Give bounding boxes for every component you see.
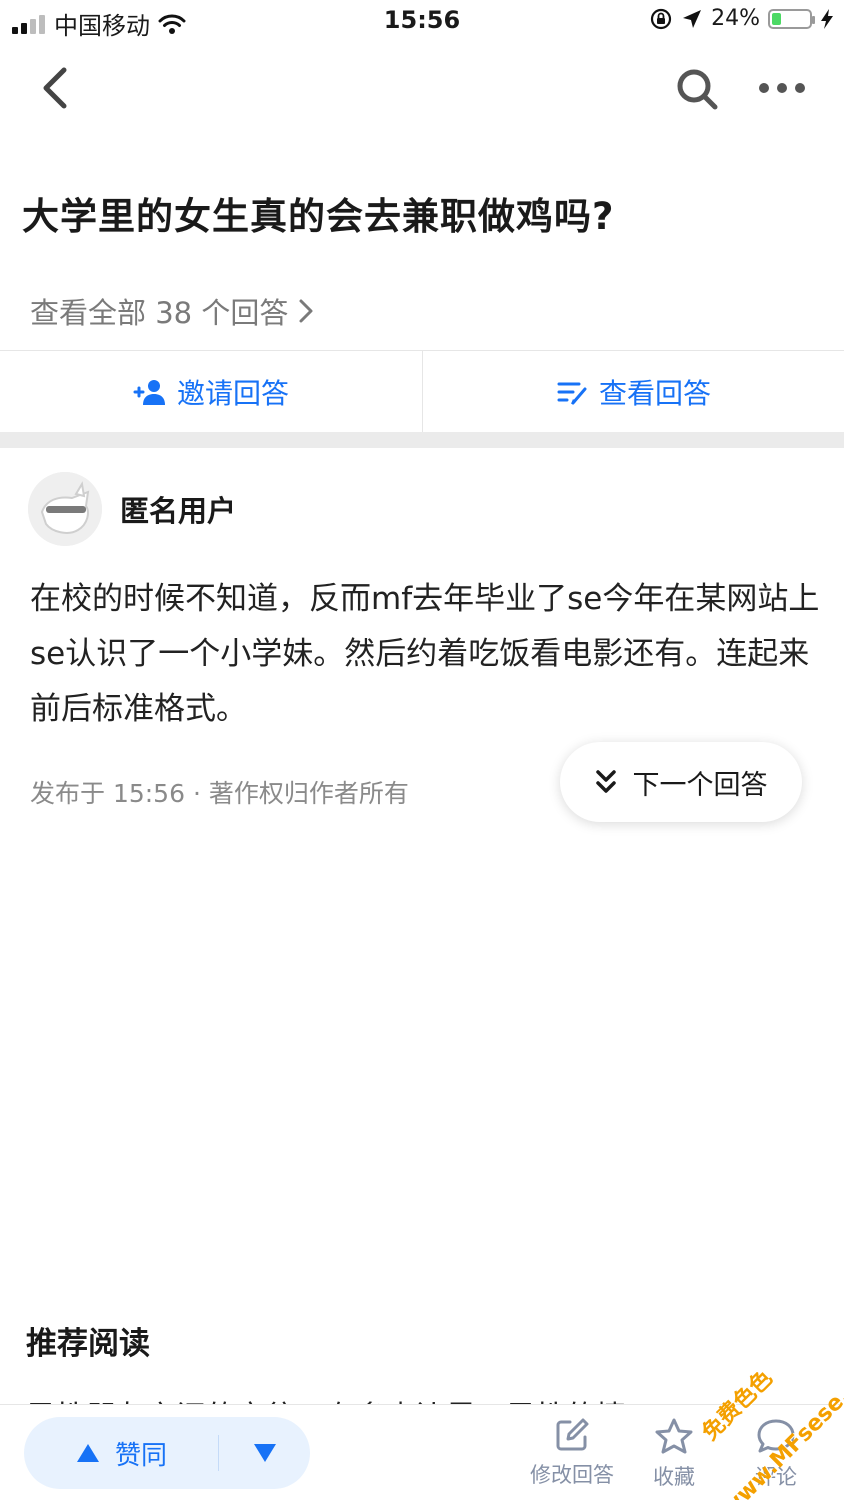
question-action-row: 邀请回答 查看回答 <box>0 350 844 433</box>
chevron-right-icon <box>299 299 313 323</box>
answer-meta: 发布于 15:56 · 著作权归作者所有 <box>30 779 409 808</box>
view-all-answers-link[interactable]: 查看全部 38 个回答 <box>30 290 314 332</box>
edit-list-icon <box>557 382 587 405</box>
invite-answer-label: 邀请回答 <box>176 377 289 410</box>
comment-label: 评论 <box>755 1465 797 1489</box>
battery-icon <box>768 8 815 29</box>
charging-bolt-icon <box>821 8 833 29</box>
double-chevron-down-icon <box>595 770 616 793</box>
invite-answer-button[interactable]: 邀请回答 <box>0 351 422 433</box>
search-icon <box>677 69 718 110</box>
edit-answer-label: 修改回答 <box>530 1463 614 1487</box>
chevron-left-icon <box>43 67 67 109</box>
add-user-icon <box>133 380 165 405</box>
view-all-label: 查看全部 38 个回答 <box>30 296 289 330</box>
status-bar: 中国移动 15:56 24% <box>0 0 844 44</box>
triangle-up-icon <box>76 1444 99 1462</box>
triangle-down-icon <box>254 1444 276 1462</box>
recommended-item-peek[interactable]: 异性朋友之间的交往，有多少边界？异性的情 <box>26 1392 816 1404</box>
location-arrow-icon <box>683 9 702 28</box>
answer-author[interactable]: 匿名用户 <box>28 472 236 546</box>
comment-bubble-icon <box>757 1419 795 1453</box>
downvote-button[interactable] <box>220 1417 310 1489</box>
edit-pencil-icon <box>556 1418 589 1451</box>
avatar[interactable] <box>28 472 102 546</box>
section-separator <box>0 432 844 448</box>
bottom-action-bar: 赞同 修改回答 收藏 评论 <box>0 1404 844 1501</box>
more-button[interactable] <box>756 72 808 104</box>
view-answers-button[interactable]: 查看回答 <box>423 351 844 433</box>
star-icon <box>655 1418 693 1454</box>
recommended-reading-title: 推荐阅读 <box>26 1326 150 1362</box>
rotation-lock-icon <box>650 8 672 29</box>
question-title[interactable]: 大学里的女生真的会去兼职做鸡吗? <box>22 186 614 240</box>
back-button[interactable] <box>36 64 76 112</box>
vote-control: 赞同 <box>24 1417 310 1489</box>
search-button[interactable] <box>674 66 720 112</box>
comment-button[interactable]: 评论 <box>728 1417 824 1491</box>
anonymous-avatar-icon <box>28 472 102 546</box>
collect-label: 收藏 <box>653 1465 695 1489</box>
answer-content: 在校的时候不知道，反而mf去年毕业了se今年在某网站上se认识了一个小学妹。然后… <box>30 581 820 727</box>
edit-answer-button[interactable]: 修改回答 <box>524 1417 620 1489</box>
collect-button[interactable]: 收藏 <box>626 1417 722 1491</box>
vote-separator <box>218 1435 219 1471</box>
upvote-button[interactable]: 赞同 <box>24 1417 218 1489</box>
more-dots-icon <box>759 83 805 93</box>
view-answers-label: 查看回答 <box>598 377 711 410</box>
author-name: 匿名用户 <box>120 494 237 528</box>
upvote-label: 赞同 <box>114 1440 167 1471</box>
next-answer-button[interactable]: 下一个回答 <box>560 742 802 822</box>
status-right: 24% <box>649 6 834 31</box>
next-answer-label: 下一个回答 <box>632 769 768 801</box>
nav-bar <box>0 56 844 120</box>
battery-percent: 24% <box>711 6 760 31</box>
